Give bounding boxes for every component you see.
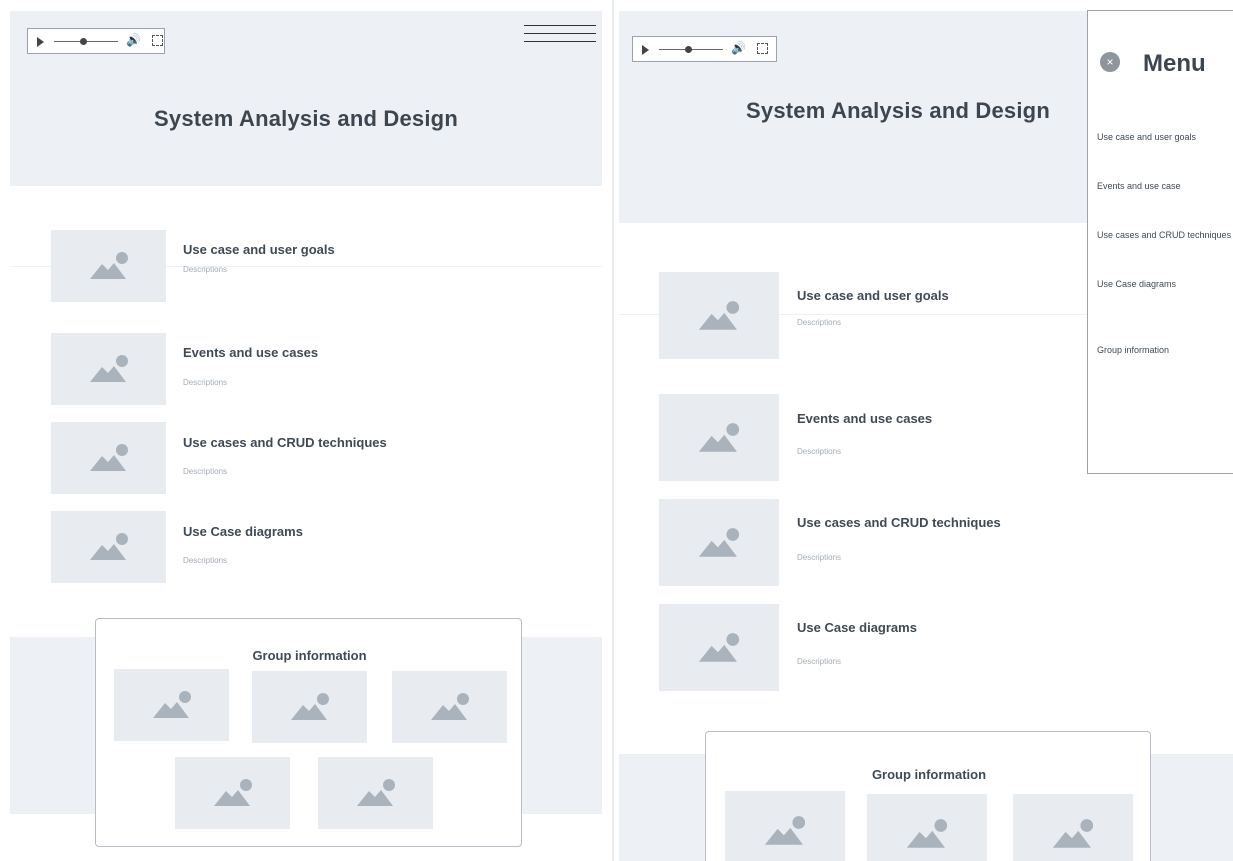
member-photo[interactable] xyxy=(867,794,987,861)
image-placeholder-icon xyxy=(89,252,128,279)
lesson-title[interactable]: Use cases and CRUD techniques xyxy=(797,515,1001,530)
lesson-thumbnail[interactable] xyxy=(659,604,779,691)
panel-default-view: 🔊 System Analysis and Design Use case an… xyxy=(0,0,612,861)
group-info-card: Group information xyxy=(95,618,522,847)
lesson-thumbnail[interactable] xyxy=(659,272,779,359)
lesson-thumbnail[interactable] xyxy=(659,394,779,481)
side-menu-drawer: × Menu Use case and user goals Events an… xyxy=(1087,10,1233,474)
image-placeholder-icon xyxy=(698,632,740,662)
lesson-title[interactable]: Use case and user goals xyxy=(797,288,949,303)
member-photo[interactable] xyxy=(725,791,845,861)
lesson-thumbnail[interactable] xyxy=(51,511,166,583)
image-placeholder-icon xyxy=(430,693,469,720)
menu-item-crud[interactable]: Use cases and CRUD techniques xyxy=(1097,230,1231,240)
lesson-thumbnail[interactable] xyxy=(51,230,166,302)
lesson-thumbnail[interactable] xyxy=(659,499,779,586)
member-photo[interactable] xyxy=(252,671,367,743)
seek-knob[interactable] xyxy=(80,38,87,45)
image-placeholder-icon xyxy=(89,533,128,560)
member-photo[interactable] xyxy=(392,671,507,743)
member-photo[interactable] xyxy=(318,757,433,829)
media-player[interactable]: 🔊 xyxy=(632,36,777,62)
lesson-description: Descriptions xyxy=(797,657,842,666)
lesson-description: Descriptions xyxy=(797,447,842,456)
image-placeholder-icon xyxy=(698,422,740,452)
lesson-description: Descriptions xyxy=(797,553,842,562)
image-placeholder-icon xyxy=(152,691,191,718)
lesson-title[interactable]: Events and use cases xyxy=(183,345,318,360)
image-placeholder-icon xyxy=(906,819,948,848)
menu-item-events[interactable]: Events and use case xyxy=(1097,181,1181,191)
group-title: Group information xyxy=(871,767,987,782)
group-info-card: Group information xyxy=(705,731,1151,861)
image-placeholder-icon xyxy=(698,300,740,330)
seek-knob[interactable] xyxy=(685,46,692,53)
group-title: Group information xyxy=(252,648,367,663)
hamburger-menu-button[interactable] xyxy=(524,25,596,49)
image-placeholder-icon xyxy=(213,779,252,806)
image-placeholder-icon xyxy=(698,527,740,557)
menu-item-diagrams[interactable]: Use Case diagrams xyxy=(1097,279,1176,289)
fullscreen-icon[interactable] xyxy=(152,35,163,46)
lesson-thumbnail[interactable] xyxy=(51,422,166,494)
close-icon[interactable]: × xyxy=(1100,52,1120,72)
lesson-title[interactable]: Events and use cases xyxy=(797,411,932,426)
image-placeholder-icon xyxy=(89,355,128,382)
media-player[interactable]: 🔊 xyxy=(27,28,165,54)
lesson-title[interactable]: Use Case diagrams xyxy=(183,524,303,539)
lesson-description: Descriptions xyxy=(183,467,228,476)
menu-item-group-info[interactable]: Group information xyxy=(1097,345,1169,355)
lesson-description: Descriptions xyxy=(183,556,228,565)
lesson-description: Descriptions xyxy=(797,318,842,327)
lesson-title[interactable]: Use cases and CRUD techniques xyxy=(183,435,387,450)
image-placeholder-icon xyxy=(89,444,128,471)
member-photo[interactable] xyxy=(1013,794,1133,861)
lesson-thumbnail[interactable] xyxy=(51,333,166,405)
play-icon[interactable] xyxy=(642,45,649,55)
image-placeholder-icon xyxy=(356,779,395,806)
page-title: System Analysis and Design xyxy=(746,98,1050,123)
member-photo[interactable] xyxy=(114,669,229,741)
member-photo[interactable] xyxy=(175,757,290,829)
volume-icon[interactable]: 🔊 xyxy=(126,33,141,47)
image-placeholder-icon xyxy=(290,693,329,720)
image-placeholder-icon xyxy=(764,816,806,845)
lesson-description: Descriptions xyxy=(183,265,228,274)
volume-icon[interactable]: 🔊 xyxy=(731,41,746,55)
menu-title: Menu xyxy=(1143,50,1206,77)
menu-item-use-case-goals[interactable]: Use case and user goals xyxy=(1097,132,1196,142)
lesson-title[interactable]: Use Case diagrams xyxy=(797,620,917,635)
play-icon[interactable] xyxy=(37,37,44,47)
fullscreen-icon[interactable] xyxy=(757,43,768,54)
lesson-title[interactable]: Use case and user goals xyxy=(183,242,335,257)
image-placeholder-icon xyxy=(1052,819,1094,848)
lesson-description: Descriptions xyxy=(183,378,228,387)
page-title: System Analysis and Design xyxy=(154,106,458,131)
